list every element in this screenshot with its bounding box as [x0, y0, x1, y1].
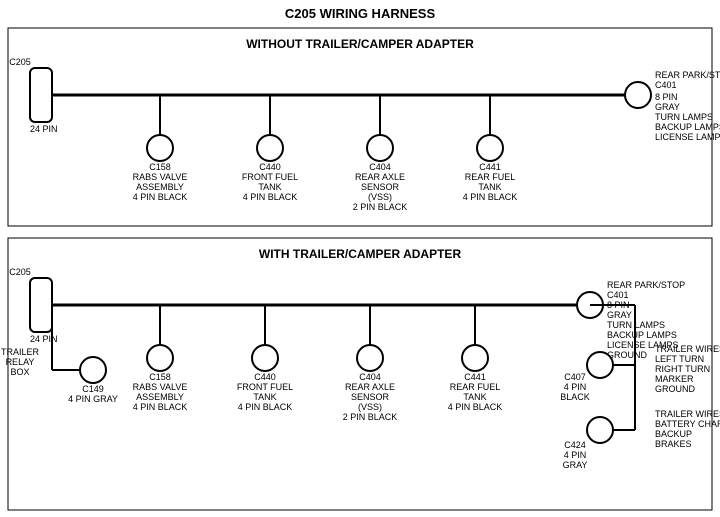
s2-c401-desc5: GROUND [607, 350, 647, 360]
s2-c149-pins: 4 PIN GRAY [68, 394, 118, 404]
s2-c424-desc3: BACKUP [655, 429, 692, 439]
s2-c440-label: C440 [254, 372, 276, 382]
s2-c407-desc4: MARKER [655, 374, 694, 384]
s2-c407-pins: 4 PIN [564, 382, 587, 392]
s1-c404-desc1: REAR AXLE [355, 172, 405, 182]
s1-c401-desc1: REAR PARK/STOP [655, 70, 720, 80]
s1-c441-desc1: REAR FUEL [465, 172, 516, 182]
s1-c440-desc3: 4 PIN BLACK [243, 192, 298, 202]
s2-c424-desc2: BATTERY CHARGE [655, 419, 720, 429]
s2-c158-desc1: RABS VALVE [133, 382, 188, 392]
s2-c404-desc4: 2 PIN BLACK [343, 412, 398, 422]
s1-c441-label: C441 [479, 162, 501, 172]
s2-c407-desc1: TRAILER WIRES [655, 344, 720, 354]
s1-c440-desc2: TANK [258, 182, 281, 192]
s2-c404-desc1: REAR AXLE [345, 382, 395, 392]
s2-c424-color: GRAY [563, 460, 588, 470]
s1-c404-desc2: SENSOR [361, 182, 400, 192]
s2-c401-label: C401 [607, 290, 629, 300]
s1-c404-desc4: 2 PIN BLACK [353, 202, 408, 212]
s1-c205-pins: 24 PIN [30, 124, 58, 134]
s1-c401-pins: 8 PIN [655, 92, 678, 102]
s1-c404-desc3: (VSS) [368, 192, 392, 202]
s2-c441-label: C441 [464, 372, 486, 382]
s2-c401-desc1: REAR PARK/STOP [607, 280, 685, 290]
s2-c407-label: C407 [564, 372, 586, 382]
s2-c407-desc3: RIGHT TURN [655, 364, 710, 374]
s2-c424-desc1: TRAILER WIRES [655, 409, 720, 419]
s2-c149-label: C149 [82, 384, 104, 394]
s1-c158-desc2: ASSEMBLY [136, 182, 184, 192]
s2-c401-color: GRAY [607, 310, 632, 320]
s2-c401-desc3: BACKUP LAMPS [607, 330, 677, 340]
s2-c158-label: C158 [149, 372, 171, 382]
s2-c404-label: C404 [359, 372, 381, 382]
s1-c205-label: C205 [9, 57, 31, 67]
section1-title: WITHOUT TRAILER/CAMPER ADAPTER [246, 37, 474, 51]
s2-c401-desc2: TURN LAMPS [607, 320, 665, 330]
s2-c407-desc5: GROUND [655, 384, 695, 394]
s1-c158-desc3: 4 PIN BLACK [133, 192, 188, 202]
diagram-container: C205 WIRING HARNESS WITHOUT TRAILER/CAMP… [0, 0, 720, 517]
s1-c441-desc3: 4 PIN BLACK [463, 192, 518, 202]
s2-c440-desc1: FRONT FUEL [237, 382, 293, 392]
s2-c441-desc2: TANK [463, 392, 486, 402]
s2-c404-desc3: (VSS) [358, 402, 382, 412]
s2-c205-pins: 24 PIN [30, 334, 58, 344]
s2-c404-desc2: SENSOR [351, 392, 390, 402]
s2-c158-desc2: ASSEMBLY [136, 392, 184, 402]
s1-c401-desc3: BACKUP LAMPS [655, 122, 720, 132]
s2-c205-label: C205 [9, 267, 31, 277]
s2-c441-desc3: 4 PIN BLACK [448, 402, 503, 412]
s1-c401-desc4: LICENSE LAMPS [655, 132, 720, 142]
section2-title: WITH TRAILER/CAMPER ADAPTER [259, 247, 462, 261]
s2-trailer-relay-label: TRAILER [1, 347, 40, 357]
s1-c401-desc2: TURN LAMPS [655, 112, 713, 122]
s1-c158-label: C158 [149, 162, 171, 172]
s2-c440-desc2: TANK [253, 392, 276, 402]
s2-c424-label: C424 [564, 440, 586, 450]
s2-c407-desc2: LEFT TURN [655, 354, 704, 364]
s1-c440-desc1: FRONT FUEL [242, 172, 298, 182]
s2-c441-desc1: REAR FUEL [450, 382, 501, 392]
s2-c424-pins: 4 PIN [564, 450, 587, 460]
s2-c407-color: BLACK [560, 392, 590, 402]
s2-c440-desc3: 4 PIN BLACK [238, 402, 293, 412]
s2-trailer-relay-label3: BOX [10, 367, 29, 377]
s1-c404-label: C404 [369, 162, 391, 172]
s1-c401-label: C401 [655, 80, 677, 90]
s1-c158-desc1: RABS VALVE [133, 172, 188, 182]
s1-c441-desc2: TANK [478, 182, 501, 192]
s2-trailer-relay-label2: RELAY [6, 357, 35, 367]
page-title: C205 WIRING HARNESS [285, 6, 436, 21]
s1-c440-label: C440 [259, 162, 281, 172]
s2-c424-desc4: BRAKES [655, 439, 692, 449]
s2-c158-desc3: 4 PIN BLACK [133, 402, 188, 412]
s1-c401-color: GRAY [655, 102, 680, 112]
